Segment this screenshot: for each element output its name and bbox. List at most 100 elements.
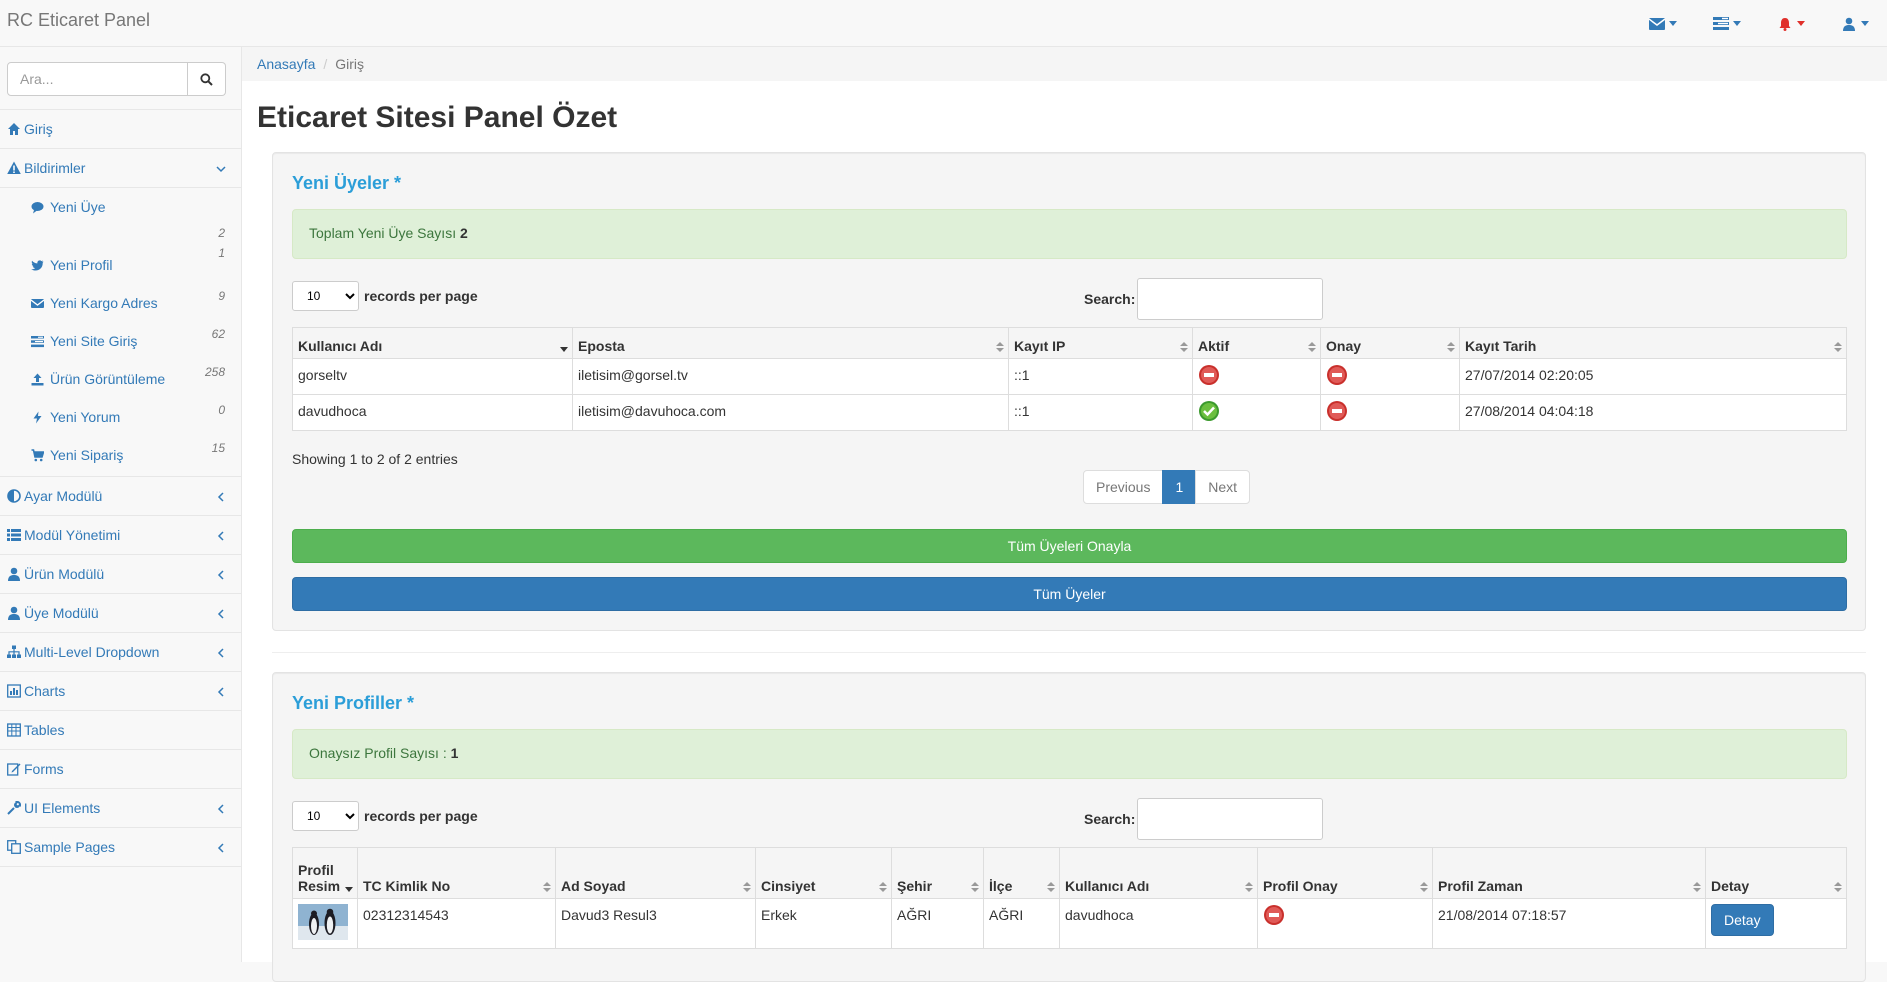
table-search-input[interactable]	[1137, 798, 1324, 840]
column-header[interactable]: Cinsiyet	[755, 847, 892, 899]
table-row: gorseltv iletisim@gorsel.tv ::1 27/07/20…	[292, 358, 1847, 395]
new-profiles-heading: Yeni Profiller *	[292, 693, 415, 713]
sidebar-subitem-label: Yeni Profil	[50, 257, 113, 273]
records-per-page-label: records per page	[364, 808, 478, 824]
detail-button[interactable]: Detay	[1711, 904, 1774, 936]
sort-icon	[1308, 342, 1316, 352]
column-header[interactable]: Kayıt IP	[1008, 327, 1193, 359]
navbar-right	[1631, 0, 1887, 47]
records-per-page-label: records per page	[364, 288, 478, 304]
files-icon	[7, 840, 21, 854]
column-header[interactable]: Kullanıcı Adı	[292, 327, 573, 359]
bar-chart-icon	[7, 684, 21, 698]
column-header[interactable]: TC Kimlik No	[357, 847, 556, 899]
column-header[interactable]: Eposta	[572, 327, 1009, 359]
cell-district: AĞRI	[983, 898, 1060, 949]
all-members-button[interactable]: Tüm Üyeler	[292, 577, 1847, 611]
sidebar-subitem-yeni-profil[interactable]: Yeni Profil 1	[0, 246, 241, 284]
user-icon	[7, 606, 21, 620]
profile-image[interactable]	[298, 904, 348, 940]
chevron-down-icon	[1797, 21, 1805, 26]
search-button[interactable]	[188, 62, 226, 96]
cell-tc: 02312314543	[357, 898, 556, 949]
sidebar-item-bildirimler[interactable]: Bildirimler	[0, 149, 241, 188]
notification-count: 0	[218, 403, 225, 417]
sidebar-item-sample-pages[interactable]: Sample Pages	[0, 828, 241, 867]
sidebar-subitem-yeni-kargo-adres[interactable]: Yeni Kargo Adres 9	[0, 284, 241, 322]
column-header[interactable]: Kullanıcı Adı	[1059, 847, 1258, 899]
app-title[interactable]: RC Eticaret Panel	[7, 10, 150, 31]
column-header[interactable]: Profil Zaman	[1432, 847, 1706, 899]
tasks-dropdown[interactable]	[1695, 0, 1759, 47]
approve-all-members-button[interactable]: Tüm Üyeleri Onayla	[292, 529, 1847, 563]
column-label: Kullanıcı Adı	[298, 338, 383, 354]
cell-username: gorseltv	[292, 358, 573, 395]
column-header[interactable]: Ad Soyad	[555, 847, 756, 899]
table-header-row: Kullanıcı Adı Eposta Kayıt IP Aktif Onay…	[292, 327, 1847, 359]
page-length-select[interactable]: 10	[292, 281, 359, 311]
sidebar-item-uye-modulu[interactable]: Üye Modülü	[0, 594, 241, 633]
table-search-input[interactable]	[1137, 278, 1324, 320]
sidebar-item-charts[interactable]: Charts	[0, 672, 241, 711]
sort-icon	[1447, 342, 1455, 352]
sidebar-subitem-urun-goruntuleme[interactable]: Ürün Görüntüleme 258	[0, 360, 241, 398]
sidebar-subitem-yeni-siparis[interactable]: Yeni Sipariş 15	[0, 436, 241, 474]
sidebar-item-forms[interactable]: Forms	[0, 750, 241, 789]
sidebar-item-label: Charts	[24, 683, 66, 699]
notification-count: 15	[211, 441, 225, 455]
sidebar-item-ui-elements[interactable]: UI Elements	[0, 789, 241, 828]
column-header[interactable]: İlçe	[983, 847, 1060, 899]
chevron-down-icon	[1733, 21, 1741, 26]
sort-icon	[996, 342, 1004, 352]
search-input[interactable]	[7, 62, 188, 96]
sidebar-item-multi-level-dropdown[interactable]: Multi-Level Dropdown	[0, 633, 241, 672]
column-header[interactable]: Şehir	[891, 847, 984, 899]
stop-icon[interactable]	[1326, 400, 1348, 422]
cell-active	[1192, 394, 1321, 431]
column-header[interactable]: Profil Onay	[1257, 847, 1433, 899]
column-header[interactable]: Profil Resim	[292, 847, 358, 899]
breadcrumb-home-link[interactable]: Anasayfa	[257, 56, 315, 72]
notification-count: 9	[218, 289, 225, 303]
column-label: Şehir	[897, 878, 933, 894]
pagination-page[interactable]: 1	[1162, 470, 1197, 504]
stop-icon[interactable]	[1263, 904, 1285, 926]
column-header[interactable]: Detay	[1705, 847, 1847, 899]
sidebar-item-urun-modulu[interactable]: Ürün Modülü	[0, 555, 241, 594]
sidebar-subitem-label: Yeni Sipariş	[50, 447, 124, 463]
sort-icon	[543, 882, 551, 892]
messages-dropdown[interactable]	[1631, 0, 1695, 47]
column-label: Cinsiyet	[761, 878, 816, 894]
pagination-previous[interactable]: Previous	[1083, 470, 1164, 504]
column-header[interactable]: Onay	[1320, 327, 1460, 359]
new-members-heading: Yeni Üyeler *	[292, 173, 402, 193]
column-header[interactable]: Aktif	[1192, 327, 1321, 359]
sidebar-item-ayar-modulu[interactable]: Ayar Modülü	[0, 477, 241, 516]
column-header[interactable]: Kayıt Tarih	[1459, 327, 1847, 359]
column-label: Kayıt Tarih	[1465, 338, 1537, 354]
sort-icon	[743, 882, 751, 892]
chevron-down-icon	[1861, 21, 1869, 26]
notification-count: 1	[218, 246, 225, 260]
alerts-dropdown[interactable]	[1759, 0, 1823, 47]
cell-profile-time: 21/08/2014 07:18:57	[1432, 898, 1706, 949]
check-icon[interactable]	[1198, 400, 1220, 422]
sidebar-item-tables[interactable]: Tables	[0, 711, 241, 750]
column-label: Detay	[1711, 878, 1750, 894]
envelope-icon	[1649, 17, 1665, 30]
stop-icon[interactable]	[1326, 364, 1348, 386]
chevron-left-icon	[216, 801, 226, 817]
sort-icon	[1047, 882, 1055, 892]
pagination-next[interactable]: Next	[1195, 470, 1251, 504]
sidebar-item-giris[interactable]: Giriş	[0, 110, 241, 149]
stop-icon[interactable]	[1198, 364, 1220, 386]
alert-count: 1	[450, 745, 459, 761]
user-dropdown[interactable]	[1823, 0, 1887, 47]
column-label: Kullanıcı Adı	[1065, 878, 1150, 894]
sidebar-subitem-yeni-yorum[interactable]: Yeni Yorum 0	[0, 398, 241, 436]
column-label: Profil Zaman	[1438, 878, 1523, 894]
sidebar-subitem-yeni-uye[interactable]: Yeni Üye	[0, 188, 241, 226]
sidebar-subitem-yeni-site-giris[interactable]: Yeni Site Giriş 62	[0, 322, 241, 360]
sidebar-item-modul-yonetimi[interactable]: Modül Yönetimi	[0, 516, 241, 555]
page-length-select[interactable]: 10	[292, 801, 359, 831]
